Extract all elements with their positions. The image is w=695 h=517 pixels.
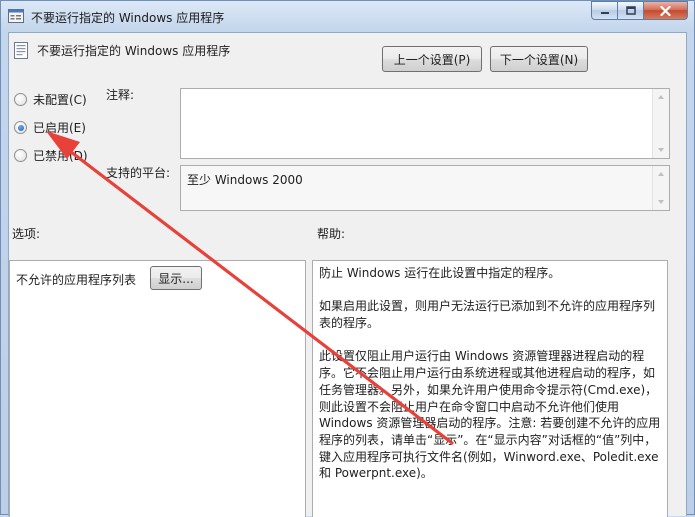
radio-enabled-label: 已启用(E) (33, 121, 86, 135)
show-button[interactable]: 显示... (150, 266, 202, 290)
scroll-up-arrow-icon[interactable] (658, 172, 664, 176)
radio-enabled-circle[interactable] (14, 121, 27, 134)
platform-value: 至少 Windows 2000 (187, 173, 303, 187)
help-panel: 防止 Windows 运行在此设置中指定的程序。 如果启用此设置，则用户无法运行… (312, 260, 668, 517)
disallowed-apps-label: 不允许的应用程序列表 (16, 273, 137, 287)
help-paragraph: 此设置仅阻止用户运行由 Windows 资源管理器进程启动的程序。它不会阻止用户… (319, 349, 661, 481)
previous-setting-button[interactable]: 上一个设置(P) (382, 46, 482, 72)
maximize-icon (625, 5, 636, 15)
radio-disabled[interactable]: 已禁用(D) (14, 147, 88, 164)
help-paragraph: 防止 Windows 运行在此设置中指定的程序。 (319, 266, 561, 280)
options-heading: 选项: (12, 227, 41, 241)
comment-scrollbar[interactable] (652, 89, 669, 158)
next-setting-button[interactable]: 下一个设置(N) (490, 46, 588, 72)
platform-field: 至少 Windows 2000 (180, 165, 670, 211)
radio-not-configured-label: 未配置(C) (33, 93, 87, 107)
radio-disabled-label: 已禁用(D) (33, 149, 88, 163)
window-controls (591, 1, 688, 21)
dialog-body: 不要运行指定的 Windows 应用程序 上一个设置(P) 下一个设置(N) 未… (8, 32, 687, 517)
scroll-down-arrow-icon[interactable] (658, 200, 664, 204)
policy-editor-window: 不要运行指定的 Windows 应用程序 不要运行指定的 Windows 应用程… (0, 0, 695, 517)
radio-disabled-circle[interactable] (14, 149, 27, 162)
scroll-up-arrow-icon[interactable] (658, 95, 664, 99)
radio-not-configured-circle[interactable] (14, 93, 27, 106)
policy-app-icon (8, 9, 24, 23)
options-panel: 不允许的应用程序列表 显示... (9, 260, 306, 517)
close-button[interactable] (644, 1, 688, 20)
help-paragraph: 如果启用此设置，则用户无法运行已添加到不允许的应用程序列表的程序。 (319, 299, 656, 331)
radio-enabled[interactable]: 已启用(E) (14, 119, 86, 136)
title-bar[interactable]: 不要运行指定的 Windows 应用程序 (1, 1, 694, 32)
setting-icon (13, 42, 29, 59)
window-title: 不要运行指定的 Windows 应用程序 (31, 11, 225, 25)
minimize-button[interactable] (591, 1, 618, 20)
setting-title: 不要运行指定的 Windows 应用程序 (37, 44, 231, 58)
minimize-icon (600, 11, 609, 14)
radio-not-configured[interactable]: 未配置(C) (14, 91, 87, 108)
close-icon (660, 5, 671, 16)
maximize-button[interactable] (618, 1, 644, 20)
scroll-down-arrow-icon[interactable] (658, 148, 664, 152)
platform-label: 支持的平台: (106, 166, 171, 180)
help-heading: 帮助: (317, 227, 346, 241)
platform-scrollbar[interactable] (652, 166, 669, 210)
comment-label: 注释: (106, 88, 135, 102)
comment-textarea[interactable] (180, 88, 670, 159)
